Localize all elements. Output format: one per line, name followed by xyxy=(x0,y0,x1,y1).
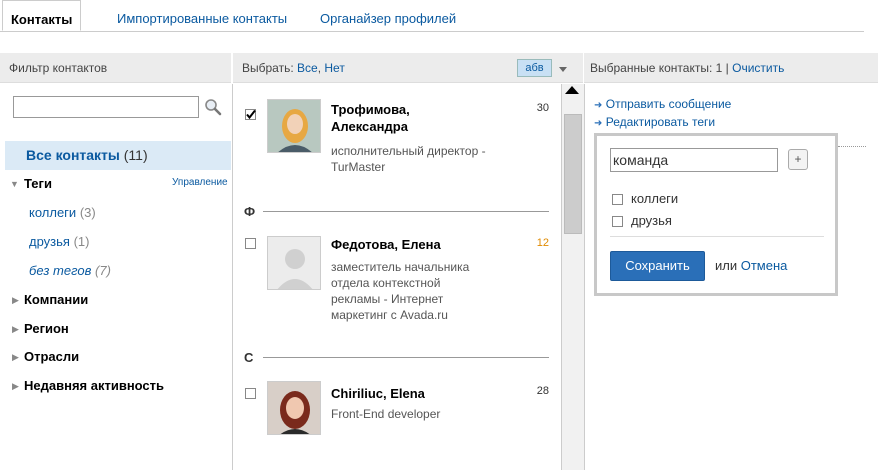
all-contacts-count: (11) xyxy=(123,147,148,163)
section-recent-activity[interactable]: Недавняя активность xyxy=(24,378,164,393)
save-button[interactable]: Сохранить xyxy=(610,251,705,281)
contact-name-line: Chiriliuc, Elena xyxy=(331,386,425,401)
section-industries[interactable]: Отрасли xyxy=(24,349,79,364)
tab-imported-contacts[interactable]: Импортированные контакты xyxy=(117,0,287,30)
contact-checkbox[interactable] xyxy=(245,388,256,399)
all-contacts-label: Все контакты xyxy=(26,147,120,163)
contact-desc-line: маркетинг с Avada.ru xyxy=(331,308,448,322)
chevron-right-icon[interactable]: ▶ xyxy=(12,381,19,392)
select-all-link[interactable]: Все xyxy=(297,61,318,75)
tag-count: (7) xyxy=(95,263,111,278)
or-text: или xyxy=(715,258,738,273)
contact-list: Трофимова, Александра исполнительный дир… xyxy=(233,84,560,470)
contact-desc-line: отдела контекстной xyxy=(331,276,441,290)
chevron-down-icon[interactable]: ▼ xyxy=(10,179,19,189)
send-message-action[interactable]: ➜ Отправить сообщение xyxy=(594,97,731,111)
contact-name-line: Александра xyxy=(331,119,408,134)
divider xyxy=(610,236,824,237)
filter-pane: Все контакты (11) ▼ Теги Управление колл… xyxy=(0,84,233,470)
tag-count: (1) xyxy=(73,234,90,249)
section-companies[interactable]: Компании xyxy=(24,292,88,307)
tag-checkbox[interactable] xyxy=(612,216,623,227)
contact-desc-line: рекламы - Интернет xyxy=(331,292,444,306)
send-message-link[interactable]: Отправить сообщение xyxy=(606,97,732,111)
letter-divider-label: C xyxy=(244,350,254,365)
contact-checkbox[interactable] xyxy=(245,109,256,120)
contact-name-line: Трофимова, xyxy=(331,102,410,117)
contact-description: исполнительный директор - TurMaster xyxy=(331,143,486,175)
scrollbar-thumb[interactable] xyxy=(564,114,582,234)
cancel-link[interactable]: Отмена xyxy=(741,258,788,273)
search-input[interactable] xyxy=(13,96,199,118)
or-label: или Отмена xyxy=(715,258,787,273)
scrollbar[interactable] xyxy=(561,84,585,470)
tag-name: без тегов xyxy=(29,263,92,278)
sort-button[interactable]: абв xyxy=(517,59,552,77)
chevron-right-icon[interactable]: ▶ xyxy=(12,295,19,306)
scroll-up-icon[interactable] xyxy=(565,86,579,94)
contact-desc-line: TurMaster xyxy=(331,160,386,174)
arrow-right-icon: ➜ xyxy=(594,100,603,111)
tag-count: (3) xyxy=(79,205,96,220)
contact-desc-line: Front-End developer xyxy=(331,407,441,421)
selected-count-label: Выбранные контакты: 1 | xyxy=(590,61,729,75)
manage-tags-link[interactable]: Управление xyxy=(172,177,228,188)
arrow-right-icon: ➜ xyxy=(594,118,603,129)
contact-name[interactable]: Трофимова, Александра xyxy=(331,101,410,135)
sort-dropdown-icon[interactable] xyxy=(559,67,567,72)
avatar xyxy=(267,236,321,290)
contact-name[interactable]: Федотова, Елена xyxy=(331,236,441,253)
tag-item-untagged[interactable]: без тегов (7) xyxy=(29,263,111,278)
contact-description: Front-End developer xyxy=(331,406,440,422)
contact-checkbox[interactable] xyxy=(245,238,256,249)
tag-editor-popup: команда + коллеги друзья Сохранить или О… xyxy=(594,133,838,296)
tag-option-label[interactable]: друзья xyxy=(631,213,672,228)
avatar xyxy=(267,381,321,435)
tags-section-label[interactable]: Теги xyxy=(24,176,52,191)
contact-name-line: Федотова, Елена xyxy=(331,237,441,252)
tag-name: коллеги xyxy=(29,205,77,220)
select-label: Выбрать: xyxy=(242,61,294,75)
tab-profile-organizer[interactable]: Органайзер профилей xyxy=(320,0,456,30)
section-region[interactable]: Регион xyxy=(24,321,69,336)
add-tag-button[interactable]: + xyxy=(788,149,808,170)
contact-count: 28 xyxy=(536,385,549,397)
tag-checkbox[interactable] xyxy=(612,194,623,205)
chevron-right-icon[interactable]: ▶ xyxy=(12,324,19,335)
new-tag-input[interactable]: команда xyxy=(610,148,778,172)
avatar xyxy=(267,99,321,153)
contact-description: заместитель начальника отдела контекстно… xyxy=(331,259,469,323)
divider xyxy=(263,211,549,212)
divider xyxy=(263,357,549,358)
tag-item-friends[interactable]: друзья (1) xyxy=(29,234,89,249)
chevron-right-icon[interactable]: ▶ xyxy=(12,352,19,363)
contact-name[interactable]: Chiriliuc, Elena xyxy=(331,385,425,402)
select-comma: , xyxy=(317,61,322,75)
edit-tags-action[interactable]: ➜ Редактировать теги xyxy=(594,115,715,129)
tab-contacts[interactable]: Контакты xyxy=(2,0,82,31)
all-contacts-item[interactable]: Все контакты (11) xyxy=(5,141,231,170)
dotted-separator xyxy=(838,146,866,147)
edit-tags-link[interactable]: Редактировать теги xyxy=(606,115,715,129)
selected-header: Выбранные контакты: 1 | Очистить xyxy=(584,53,878,83)
contact-count: 12 xyxy=(536,237,549,249)
tag-option-label[interactable]: коллеги xyxy=(631,191,678,206)
select-none-link[interactable]: Нет xyxy=(324,61,344,75)
search-icon[interactable] xyxy=(204,98,222,116)
filter-header: Фильтр контактов xyxy=(0,53,231,83)
tag-name: друзья xyxy=(29,234,70,249)
clear-link[interactable]: Очистить xyxy=(732,61,784,75)
letter-divider-label: Ф xyxy=(244,204,256,219)
tag-item-colleagues[interactable]: коллеги (3) xyxy=(29,205,96,220)
contact-desc-line: заместитель начальника xyxy=(331,260,470,274)
contact-desc-line: исполнительный директор - xyxy=(331,144,486,158)
contact-count: 30 xyxy=(536,102,549,114)
tab-bar: Контакты Импортированные контакты Органа… xyxy=(0,0,864,32)
